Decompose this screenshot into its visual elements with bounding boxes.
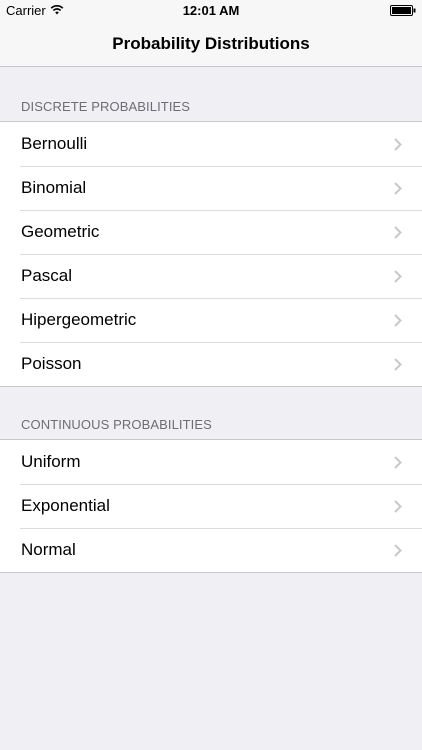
list-item-exponential[interactable]: Exponential bbox=[0, 484, 422, 528]
chevron-right-icon bbox=[394, 226, 402, 239]
status-bar: Carrier 12:01 AM bbox=[0, 0, 422, 22]
chevron-right-icon bbox=[394, 500, 402, 513]
chevron-right-icon bbox=[394, 270, 402, 283]
battery-icon bbox=[390, 5, 416, 16]
clock: 12:01 AM bbox=[182, 3, 240, 18]
list-item-poisson[interactable]: Poisson bbox=[0, 342, 422, 386]
list-item-label: Uniform bbox=[21, 452, 81, 471]
discrete-list: Bernoulli Binomial Geometric Pascal Hipe… bbox=[0, 121, 422, 387]
list-item-normal[interactable]: Normal bbox=[0, 528, 422, 572]
chevron-right-icon bbox=[394, 182, 402, 195]
list-item-bernoulli[interactable]: Bernoulli bbox=[0, 122, 422, 166]
list-item-geometric[interactable]: Geometric bbox=[0, 210, 422, 254]
chevron-right-icon bbox=[394, 314, 402, 327]
list-item-pascal[interactable]: Pascal bbox=[0, 254, 422, 298]
chevron-right-icon bbox=[394, 456, 402, 469]
section-header-discrete: DISCRETE PROBABILITIES bbox=[21, 99, 191, 114]
chevron-right-icon bbox=[394, 358, 402, 371]
list-item-hipergeometric[interactable]: Hipergeometric bbox=[0, 298, 422, 342]
section-header-continuous: CONTINUOUS PROBABILITIES bbox=[21, 417, 212, 432]
list-item-label: Poisson bbox=[21, 354, 82, 373]
chevron-right-icon bbox=[394, 138, 402, 151]
list-item-binomial[interactable]: Binomial bbox=[0, 166, 422, 210]
navigation-bar: Probability Distributions bbox=[0, 22, 422, 67]
list-item-label: Geometric bbox=[21, 222, 100, 241]
chevron-right-icon bbox=[394, 544, 402, 557]
list-item-label: Bernoulli bbox=[21, 134, 88, 153]
list-item-label: Binomial bbox=[21, 178, 87, 197]
list-item-uniform[interactable]: Uniform bbox=[0, 440, 422, 484]
list-item-label: Exponential bbox=[21, 496, 110, 515]
page-title: Probability Distributions bbox=[112, 34, 310, 53]
list-item-label: Pascal bbox=[21, 266, 73, 285]
list-item-label: Hipergeometric bbox=[21, 310, 137, 329]
continuous-list: Uniform Exponential Normal bbox=[0, 439, 422, 573]
list-item-label: Normal bbox=[21, 540, 76, 559]
